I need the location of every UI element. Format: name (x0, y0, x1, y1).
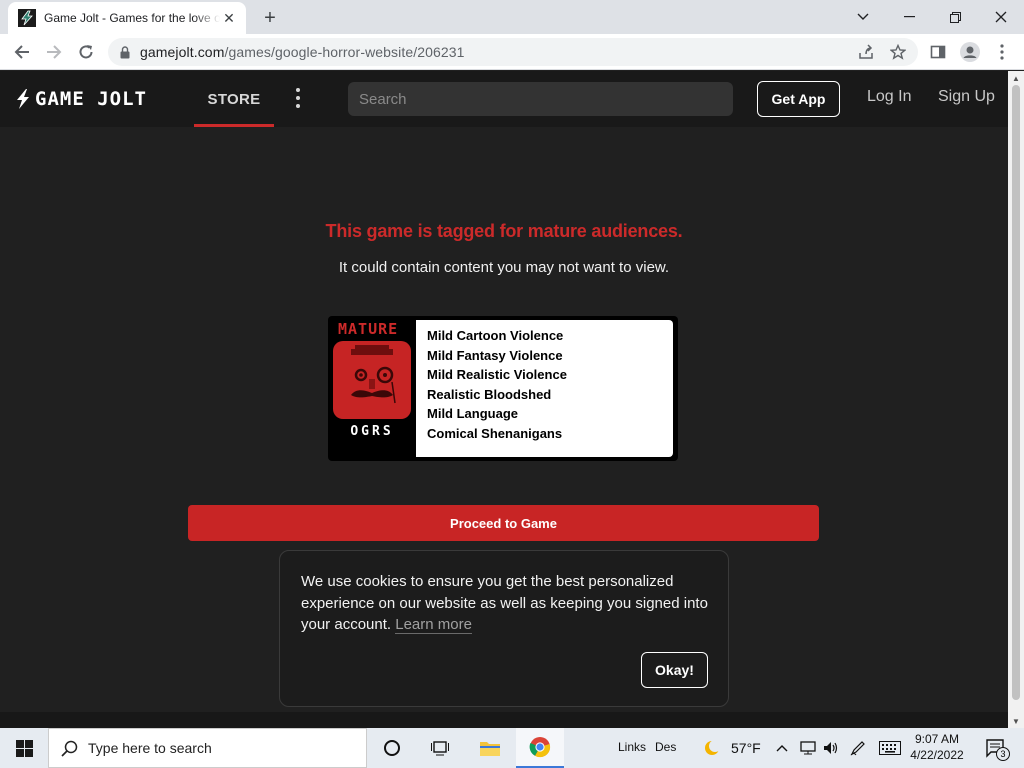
rating-label: MATURE (338, 320, 399, 338)
tab-close-icon[interactable]: ✕ (220, 9, 238, 27)
browser-tab-bar: Game Jolt - Games for the love of ✕ + (0, 0, 1024, 34)
address-bar[interactable]: gamejolt.com/games/google-horror-website… (108, 38, 918, 66)
more-menu-icon[interactable] (288, 86, 308, 110)
cookie-okay-button[interactable]: Okay! (641, 652, 708, 688)
mature-warning-title: This game is tagged for mature audiences… (325, 221, 683, 241)
rating-descriptor: Realistic Bloodshed (427, 386, 552, 402)
lock-icon (120, 45, 130, 58)
tab-title: Game Jolt - Games for the love of (44, 11, 220, 25)
lightning-bolt-icon (17, 89, 29, 109)
close-window-icon[interactable] (978, 0, 1024, 34)
taskbar-search-placeholder: Type here to search (88, 740, 212, 756)
content-rating-card: MATURE OGRS Mild Cartoon Violence Mild F… (328, 316, 678, 461)
side-panel-icon[interactable] (924, 38, 952, 66)
reload-icon[interactable] (72, 38, 100, 66)
site-header: GAME JOLT STORE Get App Log In Sign Up (0, 71, 1008, 127)
notification-center-icon[interactable]: 3 (976, 728, 1016, 768)
page-footer-strip (0, 712, 1008, 728)
desktop-toolbar-label[interactable]: Des (655, 740, 676, 754)
cookie-message: We use cookies to ensure you get the bes… (301, 573, 708, 633)
login-link[interactable]: Log In (867, 88, 911, 106)
minimize-window-icon[interactable] (886, 0, 932, 34)
back-arrow-icon[interactable] (8, 38, 36, 66)
weather-temperature[interactable]: 57°F (731, 740, 761, 756)
signup-link[interactable]: Sign Up (938, 88, 995, 106)
tab-search-chevron-icon[interactable] (840, 0, 886, 34)
taskbar-search-box[interactable]: Type here to search (48, 728, 367, 768)
forward-arrow-icon[interactable] (40, 38, 68, 66)
rating-descriptor: Mild Language (427, 406, 518, 422)
browser-tab[interactable]: Game Jolt - Games for the love of ✕ (8, 2, 246, 34)
rating-mascot-icon (333, 341, 411, 419)
browser-toolbar: gamejolt.com/games/google-horror-website… (0, 34, 1024, 70)
links-toolbar-label[interactable]: Links (618, 740, 646, 754)
rating-descriptor: Mild Realistic Violence (427, 367, 567, 383)
bookmark-star-icon[interactable] (884, 38, 912, 66)
browser-menu-icon[interactable] (988, 38, 1016, 66)
learn-more-link[interactable]: Learn more (395, 616, 472, 634)
nav-store-tab[interactable]: STORE (194, 71, 274, 127)
windows-start-icon[interactable] (0, 728, 48, 768)
scroll-down-arrow-icon[interactable]: ▼ (1008, 714, 1024, 728)
new-tab-button[interactable]: + (258, 6, 282, 30)
page-viewport: GAME JOLT STORE Get App Log In Sign Up T… (0, 71, 1008, 728)
windows-taskbar: Type here to search Links Des 57°F 9:07 … (0, 728, 1024, 768)
site-search-input[interactable] (348, 82, 733, 116)
url-text: gamejolt.com/games/google-horror-website… (140, 44, 465, 60)
show-hidden-icons-chevron-icon[interactable] (772, 728, 792, 768)
rating-descriptor-list: Mild Cartoon Violence Mild Fantasy Viole… (416, 320, 673, 457)
rating-descriptor: Mild Fantasy Violence (427, 347, 563, 363)
clock-date: 4/22/2022 (910, 748, 964, 762)
clock-time: 9:07 AM (914, 732, 960, 746)
notification-count-badge: 3 (996, 747, 1010, 761)
logo-wordmark: GAME JOLT (35, 88, 147, 110)
gamejolt-favicon-icon (18, 9, 36, 27)
task-view-icon[interactable] (416, 728, 464, 768)
network-icon[interactable] (796, 728, 820, 768)
page-scrollbar[interactable]: ▲ ▼ (1008, 71, 1024, 728)
url-host: gamejolt.com (140, 44, 225, 60)
volume-icon[interactable] (820, 728, 842, 768)
rating-brand: OGRS (350, 424, 394, 439)
mature-warning-subtitle: It could contain content you may not wan… (338, 259, 670, 276)
weather-icon[interactable] (696, 728, 728, 768)
rating-descriptor: Comical Shenanigans (427, 425, 563, 441)
cookie-message-block: We use cookies to ensure you get the bes… (301, 571, 711, 636)
share-icon[interactable] (852, 38, 880, 66)
search-icon (61, 740, 78, 757)
file-explorer-icon[interactable] (466, 728, 514, 768)
cookie-banner: We use cookies to ensure you get the bes… (279, 550, 729, 707)
chrome-taskbar-icon[interactable] (516, 728, 564, 768)
system-clock[interactable]: 9:07 AM 4/22/2022 (906, 731, 968, 763)
restore-window-icon[interactable] (932, 0, 978, 34)
rating-descriptor: Mild Cartoon Violence (427, 328, 564, 343)
proceed-to-game-button[interactable]: Proceed to Game (188, 505, 819, 541)
url-path: /games/google-horror-website/206231 (224, 44, 465, 60)
gamejolt-logo[interactable]: GAME JOLT (14, 88, 147, 110)
scrollbar-thumb[interactable] (1012, 85, 1020, 700)
touch-keyboard-icon[interactable] (876, 728, 904, 768)
cortana-icon[interactable] (368, 728, 416, 768)
scroll-up-arrow-icon[interactable]: ▲ (1008, 71, 1024, 85)
profile-avatar-icon[interactable] (956, 38, 984, 66)
get-app-button[interactable]: Get App (757, 81, 840, 117)
pen-workspace-icon[interactable] (846, 728, 870, 768)
